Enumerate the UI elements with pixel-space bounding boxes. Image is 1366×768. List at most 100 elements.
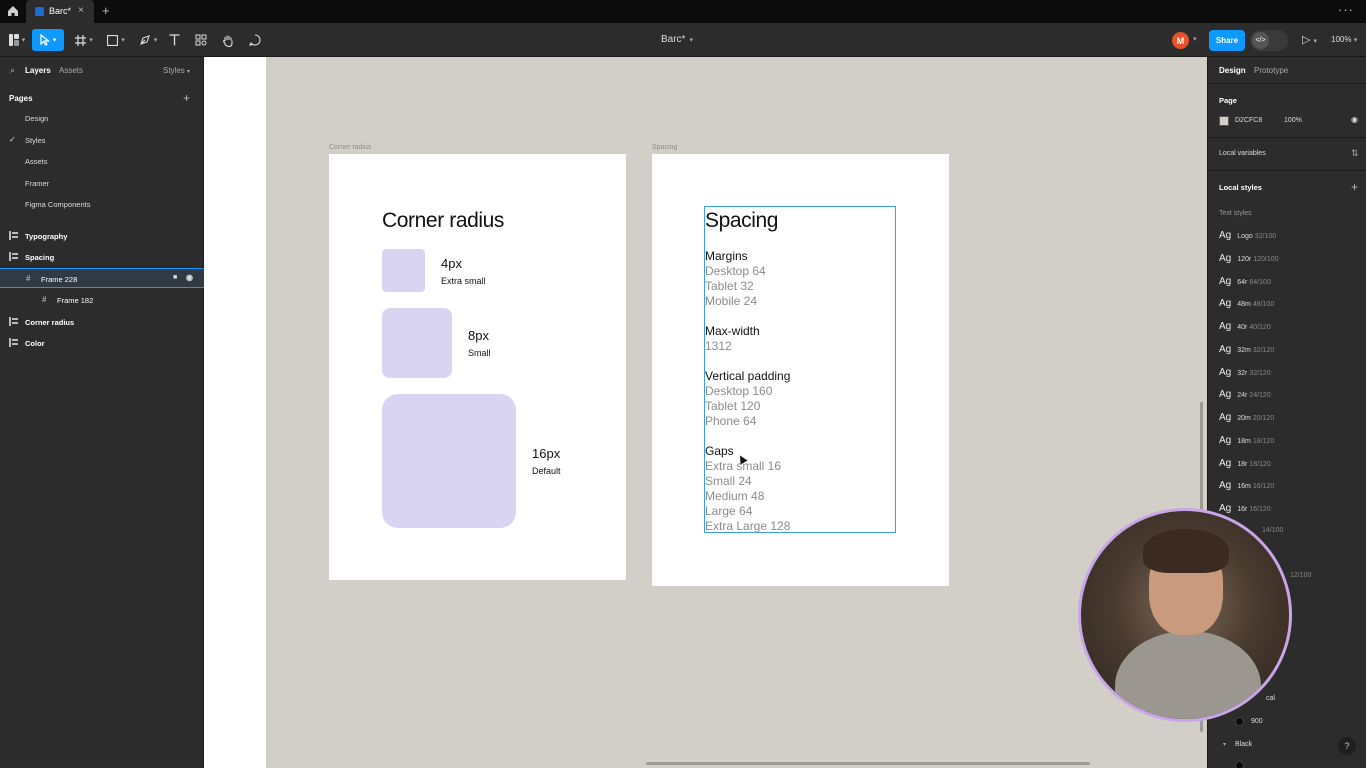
- text-style-size: 32/120: [1249, 370, 1271, 377]
- text-style-ag-icon: Ag: [1219, 480, 1232, 491]
- lock-icon[interactable]: ■: [173, 274, 177, 281]
- page-color-hex[interactable]: D2CFC8: [1235, 117, 1262, 124]
- layer-spacing[interactable]: Spacing: [0, 247, 204, 267]
- play-icon: ▷: [1302, 34, 1311, 46]
- file-tab[interactable]: Barc* ×: [26, 0, 94, 23]
- chevron-down-icon[interactable]: ▾: [1193, 35, 1197, 43]
- eye-icon[interactable]: ◉: [1351, 115, 1358, 124]
- dev-mode-toggle[interactable]: </>: [1250, 30, 1288, 51]
- main-menu-button[interactable]: ▾: [6, 29, 28, 51]
- comment-tool-button[interactable]: [247, 29, 263, 51]
- spacing-group-heading: Gaps: [705, 444, 734, 458]
- hand-icon: [222, 35, 233, 47]
- user-avatar[interactable]: M: [1172, 32, 1189, 49]
- document-title[interactable]: Barc* ▾: [661, 34, 693, 45]
- chevron-down-icon[interactable]: ▾: [1223, 741, 1226, 748]
- radius-swatch-small[interactable]: [382, 249, 425, 292]
- search-icon[interactable]: ⌕: [10, 65, 15, 76]
- toolbar: ▾ ▾ ▾ ▾ ▾ Barc* ▾ M ▾ Share </> ▷ ▾ 100%…: [0, 23, 1366, 57]
- text-t-icon: [169, 34, 179, 46]
- text-style-size: 40/120: [1249, 324, 1271, 331]
- zoom-level[interactable]: 100% ▾: [1331, 35, 1357, 44]
- presenter-hair: [1143, 529, 1229, 573]
- design-canvas[interactable]: Corner radius Corner radius 4px Extra sm…: [204, 57, 1207, 768]
- layer-frame-182[interactable]: # Frame 182: [0, 290, 204, 310]
- page-color-swatch[interactable]: [1219, 116, 1229, 126]
- adjust-icon[interactable]: ⇅: [1351, 148, 1359, 159]
- add-page-icon[interactable]: +: [183, 91, 190, 105]
- components-icon: [195, 34, 207, 46]
- text-style-size: 12/100: [1290, 572, 1312, 579]
- resources-button[interactable]: [193, 29, 209, 51]
- text-style-item[interactable]: Ag 120r 120/100: [1219, 253, 1279, 267]
- spacing-value: Mobile 24: [705, 294, 758, 308]
- frame-tool-button[interactable]: ▾: [72, 29, 96, 51]
- present-button[interactable]: ▷ ▾: [1302, 33, 1317, 46]
- text-style-item[interactable]: Ag Logo 32/100: [1219, 230, 1276, 244]
- page-item-framer[interactable]: Framer: [25, 179, 49, 188]
- color-swatch[interactable]: [1235, 761, 1244, 768]
- text-style-item[interactable]: Ag 48m 48/100: [1219, 298, 1274, 312]
- page-item-styles[interactable]: Styles: [25, 136, 45, 145]
- text-style-item[interactable]: Ag 24r 24/120: [1219, 389, 1271, 403]
- text-style-ag-icon: Ag: [1219, 503, 1232, 514]
- move-tool-button[interactable]: ▾: [32, 29, 64, 51]
- add-style-icon[interactable]: +: [1351, 180, 1358, 194]
- text-style-item[interactable]: Ag 32m 32/120: [1219, 344, 1274, 358]
- local-variables-label[interactable]: Local variables: [1219, 150, 1266, 157]
- more-menu-icon[interactable]: ···: [1338, 2, 1354, 17]
- text-style-item[interactable]: Ag 32r 32/120: [1219, 367, 1271, 381]
- pen-tool-button[interactable]: ▾: [136, 29, 160, 51]
- radius-swatch-large[interactable]: [382, 394, 516, 528]
- home-icon[interactable]: [6, 4, 20, 18]
- page-item-figma-components[interactable]: Figma Components: [25, 200, 90, 209]
- tab-assets[interactable]: Assets: [59, 66, 83, 75]
- layer-typography[interactable]: Typography: [0, 226, 204, 246]
- spacing-frame[interactable]: Spacing Margins Desktop 64 Tablet 32 Mob…: [652, 154, 949, 586]
- shape-tool-button[interactable]: ▾: [104, 29, 128, 51]
- tab-layers[interactable]: Layers: [25, 66, 51, 75]
- page-item-design[interactable]: Design: [25, 114, 48, 123]
- text-style-item[interactable]: Ag 18r 18/120: [1219, 458, 1271, 472]
- auto-layout-icon: [9, 338, 18, 347]
- text-style-item[interactable]: Ag 64r 64/100: [1219, 276, 1271, 290]
- text-style-size: 24/120: [1249, 392, 1271, 399]
- corner-radius-frame[interactable]: Corner radius 4px Extra small 8px Small …: [329, 154, 626, 580]
- new-tab-button[interactable]: +: [102, 3, 110, 18]
- radius-value: 8px: [468, 328, 489, 343]
- layer-frame-228[interactable]: # Frame 228 ■ ◉: [0, 268, 204, 288]
- color-style-name[interactable]: 900: [1251, 718, 1263, 725]
- frame-label-spacing[interactable]: Spacing: [652, 144, 677, 151]
- horizontal-scrollbar[interactable]: [646, 762, 1090, 765]
- text-style-name: 32r: [1237, 370, 1248, 377]
- text-styles-heading: Text styles: [1219, 210, 1252, 217]
- text-style-item[interactable]: Ag 16r 16/120: [1219, 503, 1271, 517]
- chevron-down-icon: ▾: [689, 37, 693, 44]
- page-item-assets[interactable]: Assets: [25, 157, 48, 166]
- tab-prototype[interactable]: Prototype: [1254, 66, 1288, 75]
- share-button[interactable]: Share: [1209, 30, 1245, 51]
- divider: [1208, 83, 1366, 84]
- close-tab-icon[interactable]: ×: [78, 5, 84, 16]
- text-style-item[interactable]: Ag 40r 40/120: [1219, 321, 1271, 335]
- styles-dropdown[interactable]: Styles ▾: [163, 66, 190, 75]
- radius-swatch-medium[interactable]: [382, 308, 452, 378]
- text-style-item[interactable]: Ag 20m 20/120: [1219, 412, 1274, 426]
- frame-icon: #: [42, 295, 47, 304]
- hand-tool-button[interactable]: [220, 29, 236, 51]
- layer-color[interactable]: Color: [0, 333, 204, 353]
- frame-icon: #: [26, 274, 31, 283]
- text-style-ag-icon: Ag: [1219, 344, 1232, 355]
- page-opacity[interactable]: 100%: [1284, 117, 1302, 124]
- frame-label-corner-radius[interactable]: Corner radius: [329, 144, 371, 151]
- help-button[interactable]: ?: [1338, 737, 1356, 755]
- color-group-label[interactable]: Black: [1235, 741, 1252, 748]
- tab-design[interactable]: Design: [1219, 66, 1246, 75]
- text-tool-button[interactable]: [166, 29, 182, 51]
- text-style-item[interactable]: Ag 16m 16/120: [1219, 480, 1274, 494]
- eye-icon[interactable]: ◉: [186, 273, 193, 282]
- layer-corner-radius[interactable]: Corner radius: [0, 312, 204, 332]
- text-style-item[interactable]: Ag 18m 18/120: [1219, 435, 1274, 449]
- text-style-ag-icon: Ag: [1219, 458, 1232, 469]
- canvas-frame-edge: [204, 57, 266, 768]
